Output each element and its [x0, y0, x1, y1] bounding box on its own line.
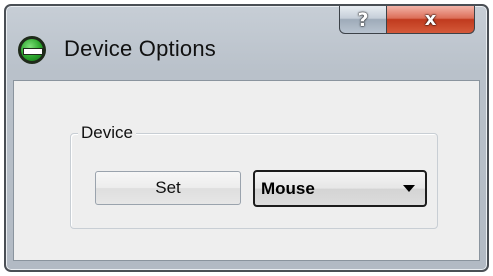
- close-button[interactable]: x: [387, 6, 475, 34]
- device-select[interactable]: Mouse: [253, 170, 427, 207]
- dialog-client-area: Device Set Mouse: [13, 80, 480, 261]
- caption-buttons: ? x: [339, 6, 475, 34]
- device-group-label: Device: [78, 123, 136, 143]
- set-button[interactable]: Set: [95, 171, 241, 205]
- minus-bar-icon: [23, 48, 43, 55]
- app-icon: [18, 36, 46, 64]
- help-button[interactable]: ?: [339, 6, 387, 34]
- dropdown-arrow-icon[interactable]: [403, 185, 415, 192]
- title-bar[interactable]: Device Options ? x: [6, 6, 487, 88]
- device-options-dialog: Device Options ? x Device Set Mouse: [4, 4, 489, 272]
- device-select-value: Mouse: [261, 179, 315, 198]
- window-title: Device Options: [64, 36, 216, 61]
